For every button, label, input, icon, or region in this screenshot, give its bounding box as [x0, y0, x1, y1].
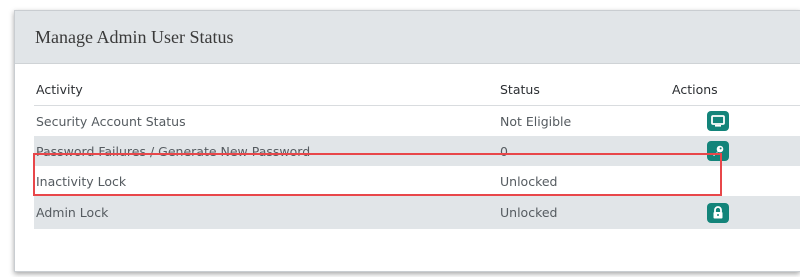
table-row-security-account-status: Security Account Status Not Eligible	[34, 106, 800, 136]
column-header-status: Status	[500, 82, 540, 97]
table-header-row: Activity Status Actions	[34, 74, 800, 106]
activity-cell: Admin Lock	[36, 205, 109, 220]
status-table: Activity Status Actions Security Account…	[34, 74, 800, 229]
table-row-password-failures: Password Failures / Generate New Passwor…	[34, 136, 800, 166]
status-cell: Not Eligible	[500, 113, 572, 129]
admin-status-panel: Manage Admin User Status Activity Status…	[14, 10, 800, 272]
monitor-icon	[711, 115, 725, 127]
status-cell: Unlocked	[500, 205, 558, 220]
security-account-action-button[interactable]	[707, 111, 729, 131]
activity-cell: Inactivity Lock	[36, 173, 127, 189]
table-row-inactivity-lock: Inactivity Lock Unlocked	[34, 166, 800, 196]
panel-title: Manage Admin User Status	[35, 26, 234, 47]
status-cell: Unlocked	[500, 173, 558, 189]
column-header-activity: Activity	[36, 82, 83, 97]
table-row-admin-lock: Admin Lock Unlocked	[34, 196, 800, 229]
column-header-actions: Actions	[672, 82, 718, 97]
status-cell: 0	[500, 143, 508, 159]
activity-cell: Password Failures / Generate New Passwor…	[36, 143, 311, 159]
activity-cell: Security Account Status	[36, 113, 186, 129]
lock-icon	[713, 206, 723, 219]
admin-lock-action-button[interactable]	[707, 202, 729, 223]
generate-password-action-button[interactable]	[707, 141, 729, 161]
key-icon	[713, 145, 724, 156]
panel-header: Manage Admin User Status	[15, 11, 800, 64]
